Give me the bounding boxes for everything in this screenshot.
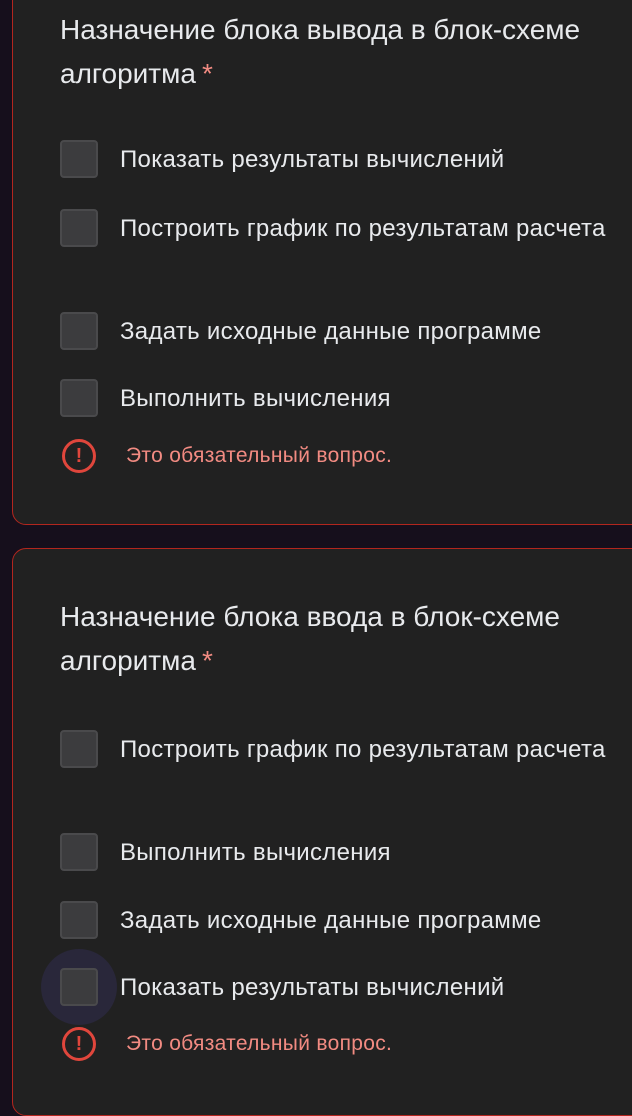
checkbox[interactable] (60, 901, 98, 939)
error-text: Это обязательный вопрос. (126, 444, 393, 467)
checkbox[interactable] (60, 968, 98, 1006)
error-exclamation-icon: ! (62, 439, 96, 473)
checkbox[interactable] (60, 209, 98, 247)
checkbox[interactable] (60, 312, 98, 350)
option-label: Выполнить вычисления (120, 384, 391, 412)
option-checkbox[interactable]: Выполнить вычисления (60, 379, 620, 417)
required-asterisk: * (201, 58, 213, 89)
option-checkbox[interactable]: Построить график по результатам расчета (60, 209, 620, 247)
checkbox[interactable] (60, 140, 98, 178)
checkbox[interactable] (60, 833, 98, 871)
question-card: Назначение блока вывода в блок-схеме алг… (12, 0, 632, 525)
question-card: Назначение блока ввода в блок-схеме алго… (12, 548, 632, 1116)
option-checkbox[interactable]: Задать исходные данные программе (60, 312, 620, 350)
option-checkbox[interactable]: Построить график по результатам расчета (60, 730, 620, 768)
question-title-text: Назначение блока вывода в блок-схеме алг… (60, 14, 581, 89)
question-title-text: Назначение блока ввода в блок-схеме алго… (60, 601, 560, 676)
error-message: ! Это обязательный вопрос. (62, 1027, 392, 1061)
option-checkbox[interactable]: Задать исходные данные программе (60, 901, 620, 939)
option-label: Построить график по результатам расчета (120, 214, 606, 242)
question-title: Назначение блока ввода в блок-схеме алго… (60, 595, 630, 683)
option-label: Показать результаты вычислений (120, 973, 505, 1001)
error-message: ! Это обязательный вопрос. (62, 439, 392, 473)
error-exclamation-icon: ! (62, 1027, 96, 1061)
error-text: Это обязательный вопрос. (126, 1032, 393, 1055)
option-checkbox[interactable]: Выполнить вычисления (60, 833, 620, 871)
option-label: Задать исходные данные программе (120, 906, 542, 934)
question-title: Назначение блока вывода в блок-схеме алг… (60, 8, 630, 96)
option-label: Построить график по результатам расчета (120, 735, 606, 763)
checkbox[interactable] (60, 730, 98, 768)
option-checkbox[interactable]: Показать результаты вычислений (41, 949, 620, 1025)
option-label: Задать исходные данные программе (120, 317, 542, 345)
option-label: Выполнить вычисления (120, 838, 391, 866)
required-asterisk: * (201, 645, 213, 676)
option-checkbox[interactable]: Показать результаты вычислений (60, 140, 620, 178)
checkbox[interactable] (60, 379, 98, 417)
option-label: Показать результаты вычислений (120, 145, 505, 173)
